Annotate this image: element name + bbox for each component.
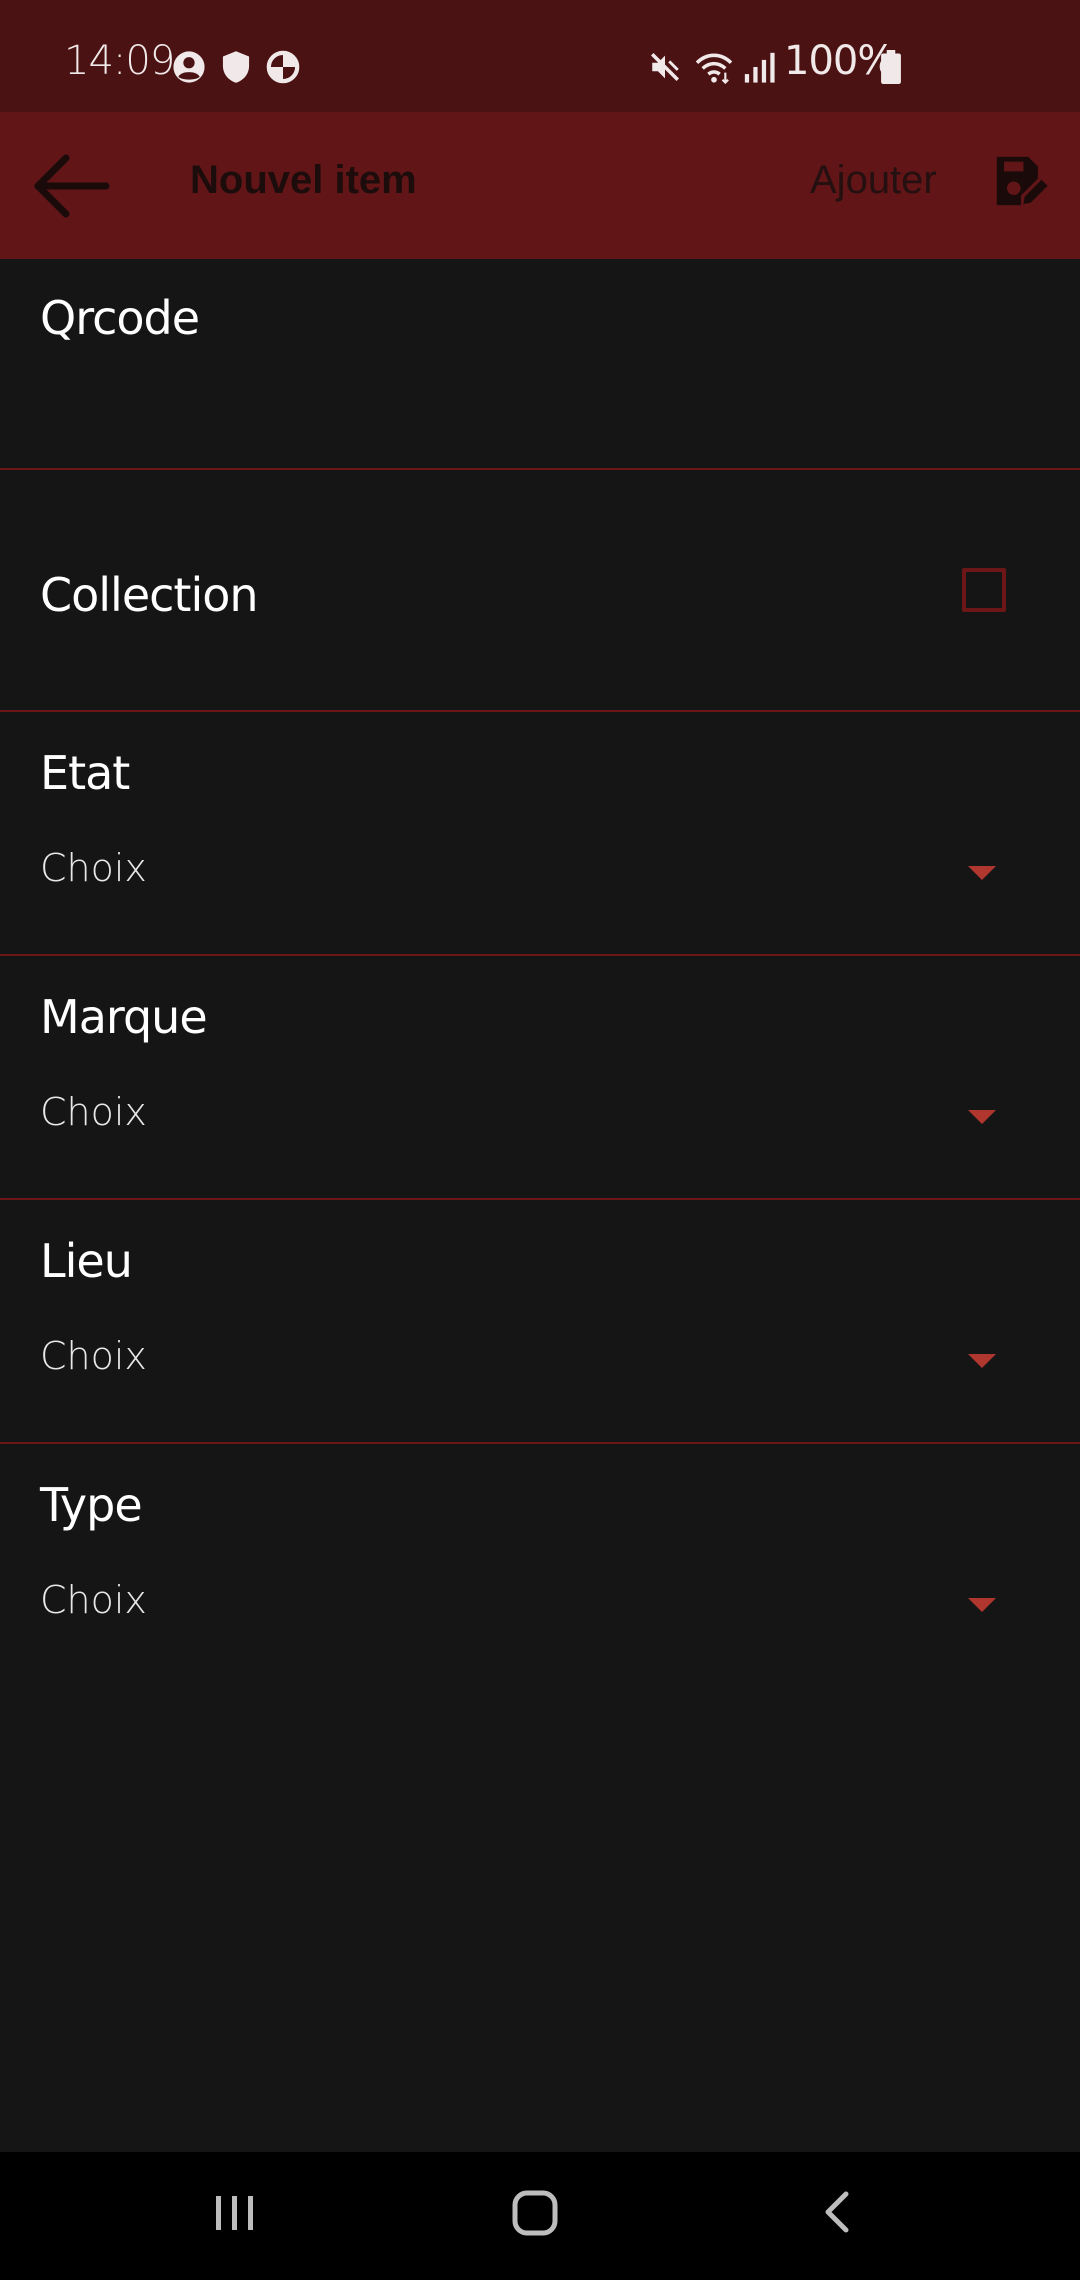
type-section: Type Choix	[0, 1444, 1080, 1688]
etat-dropdown[interactable]: Choix	[0, 834, 1080, 914]
type-selected-value: Choix	[40, 1578, 147, 1622]
arrow-left-icon	[30, 154, 114, 226]
home-icon[interactable]	[506, 2182, 566, 2246]
status-time: 14:09	[64, 38, 175, 84]
add-label: Ajouter	[810, 158, 937, 202]
shield-icon	[220, 50, 252, 88]
dropdown-arrow-icon	[968, 1110, 996, 1124]
qrcode-label: Qrcode	[40, 291, 200, 345]
marque-dropdown[interactable]: Choix	[0, 1078, 1080, 1158]
marque-selected-value: Choix	[40, 1090, 147, 1134]
page-title: Nouvel item	[190, 158, 417, 202]
dropdown-arrow-icon	[968, 1598, 996, 1612]
mute-icon	[648, 50, 682, 88]
battery-icon	[880, 50, 902, 88]
marque-section: Marque Choix	[0, 956, 1080, 1200]
recent-apps-icon[interactable]	[204, 2182, 264, 2246]
collection-section: Collection	[0, 470, 1080, 712]
dropdown-arrow-icon	[968, 866, 996, 880]
type-dropdown[interactable]: Choix	[0, 1566, 1080, 1646]
lieu-selected-value: Choix	[40, 1334, 147, 1378]
collection-checkbox[interactable]	[962, 568, 1006, 612]
save-edit-icon	[992, 152, 1050, 214]
marque-label: Marque	[40, 990, 208, 1044]
status-bar: 14:09 100%	[0, 0, 1080, 112]
collection-label: Collection	[40, 568, 259, 622]
type-label: Type	[40, 1478, 143, 1532]
battery-percent: 100%	[784, 38, 895, 84]
screen: 14:09 100% Nouvel item Ajouter Qrcode Co…	[0, 0, 1080, 2280]
app-bar: Nouvel item Ajouter	[0, 112, 1080, 259]
account-circle-icon	[172, 50, 206, 88]
dropdown-arrow-icon	[968, 1354, 996, 1368]
lieu-dropdown[interactable]: Choix	[0, 1322, 1080, 1402]
wifi-icon	[694, 50, 734, 88]
lieu-label: Lieu	[40, 1234, 133, 1288]
etat-selected-value: Choix	[40, 846, 147, 890]
back-button[interactable]	[30, 150, 114, 222]
navigation-bar	[0, 2152, 1080, 2280]
qrcode-section[interactable]: Qrcode	[0, 259, 1080, 470]
signal-icon	[742, 50, 776, 88]
back-icon[interactable]	[808, 2182, 868, 2246]
data-saver-icon	[266, 50, 300, 88]
etat-label: Etat	[40, 746, 130, 800]
etat-section: Etat Choix	[0, 712, 1080, 956]
lieu-section: Lieu Choix	[0, 1200, 1080, 1444]
